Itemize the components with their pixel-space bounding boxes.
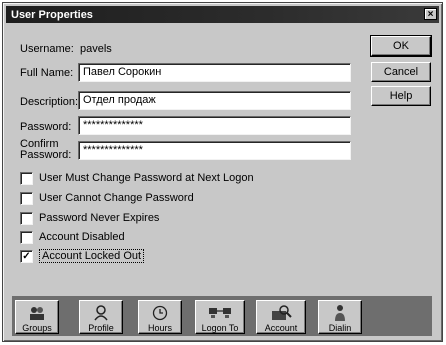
- checkbox-row-locked-out[interactable]: ✓ Account Locked Out: [20, 249, 145, 263]
- password-field[interactable]: **************: [78, 116, 351, 135]
- fullname-label: Full Name:: [20, 67, 74, 79]
- account-icon: [270, 303, 292, 323]
- help-button[interactable]: Help: [371, 86, 431, 106]
- cannot-change-checkbox[interactable]: [20, 191, 33, 205]
- checkbox-row-cannot-change[interactable]: User Cannot Change Password: [20, 191, 194, 205]
- close-icon[interactable]: ×: [424, 8, 437, 20]
- dialin-button[interactable]: Dialin: [318, 300, 362, 334]
- title-bar[interactable]: User Properties ×: [6, 6, 439, 23]
- must-change-checkbox[interactable]: [20, 171, 33, 185]
- hours-button[interactable]: Hours: [138, 300, 182, 334]
- profile-icon: [93, 303, 109, 323]
- ok-button[interactable]: OK: [370, 35, 432, 57]
- confirm-password-label-2: Password:: [20, 149, 72, 161]
- checkbox-row-disabled[interactable]: Account Disabled: [20, 230, 125, 244]
- username-value: pavels: [80, 43, 112, 55]
- hours-label: Hours: [147, 323, 172, 333]
- fullname-field[interactable]: Павел Сорокин: [78, 63, 351, 82]
- password-label: Password:: [20, 121, 72, 133]
- account-label: Account: [264, 323, 298, 333]
- locked-out-checkbox[interactable]: ✓: [20, 249, 33, 263]
- cannot-change-label: User Cannot Change Password: [39, 192, 194, 204]
- profile-label: Profile: [88, 323, 114, 333]
- account-button[interactable]: Account: [256, 300, 306, 334]
- logon-to-button[interactable]: Logon To: [195, 300, 245, 334]
- never-expires-label: Password Never Expires: [39, 212, 160, 224]
- groups-icon: [28, 303, 46, 323]
- checkbox-row-never-expires[interactable]: Password Never Expires: [20, 211, 159, 225]
- cancel-button[interactable]: Cancel: [371, 62, 431, 82]
- profile-button[interactable]: Profile: [79, 300, 123, 334]
- groups-button[interactable]: Groups: [15, 300, 59, 334]
- window-title: User Properties: [11, 8, 93, 21]
- must-change-label: User Must Change Password at Next Logon: [39, 172, 254, 184]
- disabled-label: Account Disabled: [39, 231, 125, 243]
- disabled-checkbox[interactable]: [20, 230, 33, 244]
- locked-out-label: Account Locked Out: [39, 249, 145, 263]
- groups-label: Groups: [22, 323, 52, 333]
- logon-to-icon: [208, 303, 232, 323]
- logon-to-label: Logon To: [201, 323, 239, 333]
- description-field[interactable]: Отдел продаж: [78, 91, 351, 110]
- never-expires-checkbox[interactable]: [20, 211, 33, 225]
- description-label: Description:: [20, 96, 79, 108]
- dialin-icon: [332, 303, 348, 323]
- dialin-label: Dialin: [328, 323, 352, 333]
- confirm-password-field[interactable]: **************: [78, 141, 351, 160]
- checkbox-row-must-change[interactable]: User Must Change Password at Next Logon: [20, 171, 254, 185]
- username-label: Username:: [20, 43, 74, 55]
- clock-icon: [152, 303, 168, 323]
